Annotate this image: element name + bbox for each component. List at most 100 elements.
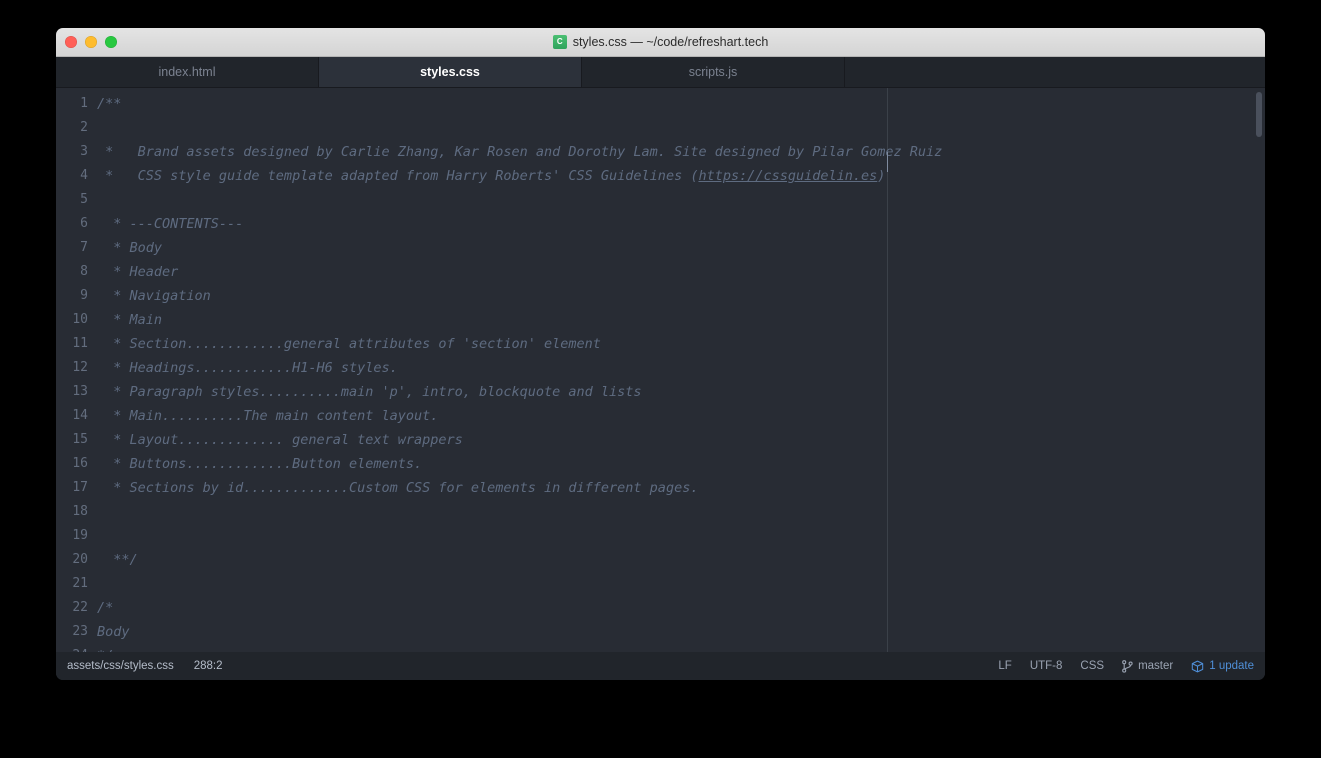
status-encoding[interactable]: UTF-8 [1030,660,1063,672]
line-text: * Section............general attributes … [97,336,601,352]
text-cursor [887,152,888,172]
code-line: 12 * Headings............H1-H6 styles. [56,356,1265,380]
code-line: 14 * Main..........The main content layo… [56,404,1265,428]
line-number: 2 [80,120,88,135]
code-line: 8 * Header [56,260,1265,284]
tab-bar: index.html styles.css scripts.js [56,57,1265,88]
code-line: 2 [56,116,1265,140]
line-number: 16 [72,456,88,471]
code-line: 6 * ---CONTENTS--- [56,212,1265,236]
line-text: * Layout............. general text wrapp… [97,432,463,448]
line-text: * Main..........The main content layout. [97,408,439,424]
code-line: 13 * Paragraph styles..........main 'p',… [56,380,1265,404]
line-text: * Body [97,240,163,256]
code-editor[interactable]: 1/** 2 3 * Brand assets designed by Carlie… [56,88,1265,652]
code-line: 4 * CSS style guide template adapted fro… [56,164,1265,188]
line-text: * Buttons.............Button elements. [97,456,423,472]
status-updates[interactable]: 1 update [1191,660,1254,673]
line-number: 11 [72,336,88,351]
line-number: 3 [80,144,88,159]
code-line: 23 Body [56,620,1265,644]
line-number: 19 [72,528,88,543]
line-number: 5 [80,192,88,207]
updates-label: 1 update [1209,660,1254,672]
tab-scripts-js[interactable]: scripts.js [582,57,845,87]
line-number: 9 [80,288,88,303]
zoom-button[interactable] [105,36,117,48]
editor-window: C styles.css — ~/code/refreshart.tech in… [56,28,1265,680]
css-file-icon: C [552,35,567,49]
line-number: 21 [72,576,88,591]
tab-label: index.html [158,65,216,79]
line-number: 13 [72,384,88,399]
line-text: /* [97,600,114,616]
status-left-group: assets/css/styles.css 288:2 [67,660,223,672]
line-number: 10 [72,312,88,327]
tab-bar-empty-area [845,57,1265,87]
line-number: 8 [80,264,88,279]
code-line: 16 * Buttons.............Button elements… [56,452,1265,476]
code-line: 9 * Navigation [56,284,1265,308]
line-text: /** [97,96,122,112]
line-text: * Navigation [97,288,211,304]
tab-label: styles.css [420,65,480,79]
line-number: 6 [80,216,88,231]
window-controls [65,36,117,48]
line-number: 18 [72,504,88,519]
line-text: * Headings............H1-H6 styles. [97,360,398,376]
line-text: */ [97,644,113,652]
line-number: 4 [80,168,88,183]
tab-styles-css[interactable]: styles.css [319,57,582,87]
tab-index-html[interactable]: index.html [56,57,319,87]
line-text: * CSS style guide template adapted from … [97,168,886,184]
code-line: 1 /** [56,92,1265,116]
line-text: * Paragraph styles..........main 'p', in… [97,384,642,400]
window-title-group: C styles.css — ~/code/refreshart.tech [56,35,1265,49]
line-number: 1 [80,96,88,111]
line-number: 20 [72,552,88,567]
line-number: 23 [72,624,88,639]
external-link[interactable]: https://cssguidelin.es [698,168,877,184]
line-text: Body [97,624,130,640]
status-bar: assets/css/styles.css 288:2 LF UTF-8 CSS… [56,652,1265,680]
minimize-button[interactable] [85,36,97,48]
title-bar[interactable]: C styles.css — ~/code/refreshart.tech [56,28,1265,57]
scrollbar-thumb[interactable] [1256,92,1262,137]
line-number: 7 [80,240,88,255]
line-text: * Brand assets designed by Carlie Zhang,… [97,144,943,160]
line-number: 24 [56,644,97,652]
line-text: * Main [97,312,163,328]
status-right-group: LF UTF-8 CSS master 1 update [998,659,1254,673]
status-line-ending[interactable]: LF [998,660,1011,672]
status-grammar[interactable]: CSS [1080,660,1104,672]
status-git-branch[interactable]: master [1122,659,1174,673]
line-number: 12 [72,360,88,375]
code-line: 20 **/ [56,548,1265,572]
window-title: styles.css — ~/code/refreshart.tech [572,35,769,49]
line-text: **/ [97,552,138,568]
line-number: 22 [72,600,88,615]
line-number: 14 [72,408,88,423]
code-line: 19 [56,524,1265,548]
code-line: 21 [56,572,1265,596]
git-branch-icon [1122,659,1133,673]
editor-scrollbar[interactable] [1252,88,1265,652]
line-text: * ---CONTENTS--- [97,216,244,232]
code-line: 15 * Layout............. general text wr… [56,428,1265,452]
code-line: 24*/ [56,644,1265,652]
status-cursor-position[interactable]: 288:2 [194,660,223,672]
code-line: 3 * Brand assets designed by Carlie Zhan… [56,140,1265,164]
line-text: * Sections by id.............Custom CSS … [97,480,699,496]
status-file-path[interactable]: assets/css/styles.css [67,660,174,672]
code-line: 22 /* [56,596,1265,620]
line-number: 15 [72,432,88,447]
git-branch-label: master [1138,660,1174,672]
code-line: 5 [56,188,1265,212]
code-lines: 1/** 2 3 * Brand assets designed by Carlie… [56,88,1265,652]
tab-label: scripts.js [688,65,738,79]
line-text: * Header [97,264,179,280]
close-button[interactable] [65,36,77,48]
code-line: 10 * Main [56,308,1265,332]
line-number: 17 [72,480,88,495]
code-line: 18 [56,500,1265,524]
